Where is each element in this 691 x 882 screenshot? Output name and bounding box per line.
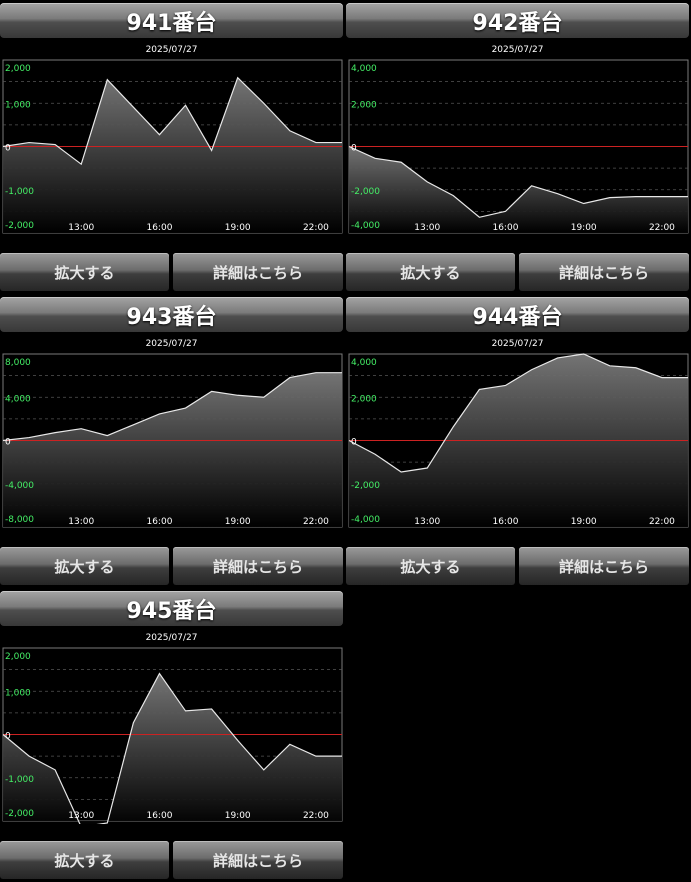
y-tick-label: 4,000: [351, 64, 377, 74]
chart-date: 2025/07/27: [491, 339, 544, 349]
x-tick-label: 19:00: [225, 517, 251, 527]
y-tick-label: 2,000: [5, 652, 31, 662]
x-tick-label: 13:00: [414, 517, 440, 527]
x-tick-label: 16:00: [146, 811, 172, 821]
slump-chart: 8,000 4,000 0 -4,000 -8,000 13:00 16:00 19:00 22…: [2, 353, 343, 528]
x-tick-label: 22:00: [649, 517, 675, 527]
detail-button[interactable]: 詳細はこちら: [173, 841, 343, 879]
y-tick-label: -2,000: [351, 187, 380, 197]
x-tick-label: 13:00: [68, 517, 94, 527]
x-tick-label: 16:00: [492, 517, 518, 527]
x-tick-label: 22:00: [649, 223, 675, 233]
y-tick-label: -2,000: [351, 481, 380, 491]
y-tick-label: 2,000: [5, 64, 31, 74]
panel-title: 943番台: [0, 297, 343, 332]
x-tick-label: 13:00: [68, 223, 94, 233]
y-tick-label: -2,000: [5, 809, 34, 819]
y-tick-label: 4,000: [351, 358, 377, 368]
detail-button[interactable]: 詳細はこちら: [173, 253, 343, 291]
x-tick-label: 16:00: [492, 223, 518, 233]
x-tick-label: 22:00: [303, 811, 329, 821]
y-tick-label: 0: [5, 732, 11, 742]
detail-button[interactable]: 詳細はこちら: [519, 547, 689, 585]
slump-chart: 2,000 1,000 0 -1,000 -2,000 13:00 16:00 19:00 22…: [2, 647, 343, 824]
chart-date: 2025/07/27: [145, 339, 198, 349]
y-tick-label: -4,000: [351, 221, 380, 231]
y-tick-label: -4,000: [351, 515, 380, 525]
y-tick-label: 8,000: [5, 358, 31, 368]
panel-944: 944番台 2025/07/27 4,000 2,000 0 -2,000 -4,000…: [346, 294, 690, 588]
panel-943: 943番台 2025/07/27 8,000 4,000 0 -4,000 -8,000…: [0, 294, 344, 588]
x-tick-label: 19:00: [225, 223, 251, 233]
slump-chart: 2,000 1,000 0 -1,000 -2,000 13:00 16:00 19:00 22…: [2, 59, 343, 234]
x-tick-label: 19:00: [225, 811, 251, 821]
y-tick-label: -1,000: [5, 775, 34, 785]
chart-date: 2025/07/27: [145, 633, 198, 643]
y-tick-label: 4,000: [5, 394, 31, 404]
panel-941: 941番台 2025/07/27 2,000 1,000 0 -1,000 -2,000…: [0, 0, 344, 294]
panel-title: 941番台: [0, 3, 343, 38]
slump-chart: 4,000 2,000 0 -2,000 -4,000 13:00 16:00 19:00 22…: [348, 353, 689, 528]
y-tick-label: -2,000: [5, 221, 34, 231]
zoom-button[interactable]: 拡大する: [346, 253, 515, 291]
detail-button[interactable]: 詳細はこちら: [173, 547, 343, 585]
x-tick-label: 13:00: [414, 223, 440, 233]
panel-942: 942番台 2025/07/27 4,000 2,000 0 -2,000 -4,000…: [346, 0, 690, 294]
zoom-button[interactable]: 拡大する: [346, 547, 515, 585]
y-tick-label: 2,000: [351, 394, 377, 404]
graph-grid: 941番台 2025/07/27 2,000 1,000 0 -1,000 -2,000…: [0, 0, 691, 881]
panel-945: 945番台 2025/07/27 2,000 1,000 0 -1,000 -2,000…: [0, 588, 344, 882]
x-tick-label: 16:00: [146, 517, 172, 527]
panel-title: 944番台: [346, 297, 689, 332]
chart-date: 2025/07/27: [145, 45, 198, 55]
y-tick-label: -1,000: [5, 187, 34, 197]
y-tick-label: -8,000: [5, 515, 34, 525]
x-tick-label: 22:00: [303, 517, 329, 527]
y-tick-label: 0: [351, 438, 357, 448]
x-tick-label: 19:00: [571, 223, 597, 233]
x-tick-label: 13:00: [68, 811, 94, 821]
x-tick-label: 16:00: [146, 223, 172, 233]
y-tick-label: -4,000: [5, 481, 34, 491]
y-tick-label: 0: [351, 144, 357, 154]
y-tick-label: 2,000: [351, 100, 377, 110]
chart-date: 2025/07/27: [491, 45, 544, 55]
panel-title: 942番台: [346, 3, 689, 38]
y-tick-label: 1,000: [5, 688, 31, 698]
x-tick-label: 19:00: [571, 517, 597, 527]
x-tick-label: 22:00: [303, 223, 329, 233]
detail-button[interactable]: 詳細はこちら: [519, 253, 689, 291]
y-tick-label: 1,000: [5, 100, 31, 110]
panel-title: 945番台: [0, 591, 343, 626]
zoom-button[interactable]: 拡大する: [0, 253, 169, 291]
zoom-button[interactable]: 拡大する: [0, 841, 169, 879]
y-tick-label: 0: [5, 438, 11, 448]
slump-chart: 4,000 2,000 0 -2,000 -4,000 13:00 16:00 19:00 22…: [348, 59, 689, 234]
y-tick-label: 0: [5, 144, 11, 154]
zoom-button[interactable]: 拡大する: [0, 547, 169, 585]
